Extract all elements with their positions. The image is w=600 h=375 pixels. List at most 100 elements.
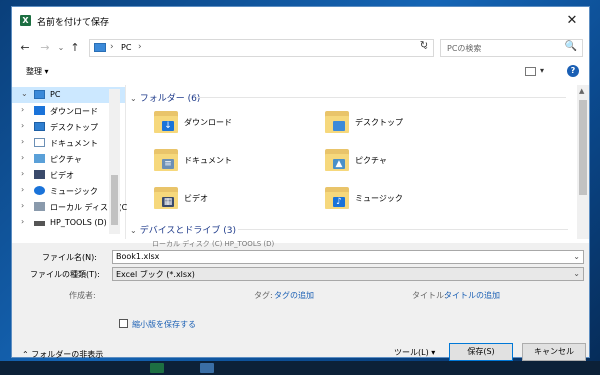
navigation-pane-scrollbar[interactable]	[109, 89, 120, 234]
scroll-up-icon[interactable]: ▲	[579, 87, 584, 95]
scrollbar-thumb[interactable]	[111, 175, 118, 225]
tags-field[interactable]: タグの追加	[274, 290, 314, 301]
command-bar: 整理 ▾ ▾ ?	[12, 60, 589, 84]
filename-field[interactable]: Book1.xlsx ⌄	[112, 250, 584, 264]
chevron-down-icon[interactable]: ⌄	[21, 89, 28, 98]
forward-arrow-icon[interactable]: →	[38, 41, 52, 55]
chevron-down-icon: ⌄	[130, 226, 137, 235]
folder-name: ビデオ	[184, 194, 208, 203]
folder-name: デスクトップ	[355, 118, 403, 127]
sidebar-item-label: デスクトップ	[50, 123, 98, 132]
up-arrow-icon[interactable]: ↑	[68, 41, 82, 55]
pc-icon	[34, 90, 45, 99]
drive-icon	[34, 221, 45, 226]
chevron-up-icon: ⌃	[22, 350, 29, 359]
sidebar-item-label: PC	[50, 90, 61, 99]
save-thumbnail-checkbox[interactable]	[119, 319, 128, 328]
taskbar	[0, 361, 600, 375]
search-icon[interactable]: 🔍	[565, 41, 577, 52]
desktop-icon	[34, 122, 45, 131]
sidebar-item-label: ダウンロード	[50, 107, 98, 116]
folder-tile[interactable]: デスクトップ	[325, 107, 495, 143]
back-arrow-icon[interactable]: ←	[18, 41, 32, 55]
folder-tile[interactable]: ≡ ドキュメント	[154, 145, 324, 181]
refresh-icon[interactable]: ↻	[417, 39, 431, 53]
folder-tile[interactable]: ▲ ピクチャ	[325, 145, 495, 181]
folder-tile[interactable]: ♪ ミュージック	[325, 183, 495, 219]
desktop-folder-icon	[325, 111, 349, 133]
sidebar-item-label: ビデオ	[50, 171, 74, 180]
change-view-icon[interactable]	[525, 67, 536, 76]
title-label: タイトル:	[412, 291, 447, 300]
file-list-scrollbar[interactable]: ▲	[577, 85, 589, 239]
taskbar-excel-icon[interactable]	[150, 363, 164, 373]
breadcrumb-separator[interactable]: ›	[138, 42, 142, 52]
folder-name: ダウンロード	[184, 118, 232, 127]
folder-tile[interactable]: ▦ ビデオ	[154, 183, 324, 219]
tags-label: タグ:	[254, 291, 273, 300]
excel-icon: X	[20, 15, 31, 26]
chevron-down-icon[interactable]: ⌄	[573, 252, 580, 261]
documents-icon	[34, 138, 45, 147]
chevron-right-icon[interactable]: ›	[21, 201, 24, 210]
pictures-folder-icon: ▲	[325, 149, 349, 171]
chevron-right-icon[interactable]: ›	[21, 105, 24, 114]
divider	[196, 97, 566, 98]
chevron-right-icon[interactable]: ›	[21, 121, 24, 130]
save-button[interactable]: 保存(S)	[449, 343, 513, 361]
taskbar-app-icon[interactable]	[200, 363, 214, 373]
folder-tile[interactable]: ↓ ダウンロード	[154, 107, 324, 143]
chevron-down-icon: ⌄	[130, 94, 137, 103]
filename-value: Book1.xlsx	[116, 252, 160, 261]
local-disk-icon	[34, 202, 45, 211]
sidebar-item-label: ミュージック	[50, 187, 98, 196]
author-label: 作成者:	[69, 291, 96, 300]
save-thumbnail-label[interactable]: 縮小版を保存する	[132, 319, 196, 330]
pictures-icon	[34, 154, 45, 163]
view-options-dropdown[interactable]: ▾	[540, 66, 544, 75]
help-icon[interactable]: ?	[567, 65, 579, 77]
save-options-panel: ローカル ディスク (C) HP_TOOLS (D) ファイル名(N): Boo…	[12, 240, 589, 361]
sidebar-item-label: ピクチャ	[50, 155, 82, 164]
hide-folders-toggle[interactable]: ⌃ フォルダーの非表示	[22, 349, 103, 360]
file-list: ⌄ フォルダー (6) ⌄ デバイスとドライブ (3) ↓ ダウンロード デスクトップ ≡…	[126, 85, 576, 239]
organize-menu[interactable]: 整理 ▾	[26, 66, 49, 77]
video-icon	[34, 170, 45, 179]
folder-name: ドキュメント	[184, 156, 232, 165]
group-label: フォルダー (6)	[139, 94, 201, 104]
music-folder-icon: ♪	[325, 187, 349, 209]
video-folder-icon: ▦	[154, 187, 178, 209]
chevron-right-icon[interactable]: ›	[21, 153, 24, 162]
tools-menu[interactable]: ツール(L) ▾	[394, 347, 435, 358]
chevron-right-icon[interactable]: ›	[21, 217, 24, 226]
close-button[interactable]: ✕	[561, 10, 583, 32]
navigation-row: ← → ⌄ ↑ › PC › ⌄ ↻ PCの検索 🔍	[12, 36, 589, 60]
filetype-select[interactable]: Excel ブック (*.xlsx) ⌄	[112, 267, 584, 281]
group-header-drives[interactable]: ⌄ デバイスとドライブ (3)	[130, 223, 236, 236]
divider	[238, 229, 568, 230]
window-title: 名前を付けて保存	[37, 18, 110, 28]
sidebar-item-label: ドキュメント	[50, 139, 98, 148]
filetype-label: ファイルの種類(T):	[30, 270, 100, 279]
hide-folders-label: フォルダーの非表示	[31, 350, 104, 359]
folder-name: ミュージック	[355, 194, 403, 203]
documents-folder-icon: ≡	[154, 149, 178, 171]
search-input[interactable]: PCの検索 🔍	[440, 39, 583, 57]
title-field[interactable]: タイトルの追加	[444, 290, 500, 301]
sidebar-item-label: HP_TOOLS (D)	[50, 218, 107, 227]
chevron-down-icon[interactable]: ⌄	[573, 269, 580, 278]
group-label: デバイスとドライブ (3)	[139, 226, 237, 236]
group-header-folders[interactable]: ⌄ フォルダー (6)	[130, 91, 200, 104]
address-bar[interactable]: › PC › ⌄	[89, 39, 434, 57]
recent-locations-icon[interactable]: ⌄	[54, 41, 68, 55]
cancel-button[interactable]: キャンセル	[522, 343, 586, 361]
scrollbar-thumb[interactable]	[579, 100, 587, 195]
chevron-right-icon[interactable]: ›	[21, 185, 24, 194]
save-as-dialog: X 名前を付けて保存 ✕ ← → ⌄ ↑ › PC › ⌄ ↻ PCの検索 🔍 …	[11, 6, 590, 361]
chevron-right-icon[interactable]: ›	[21, 169, 24, 178]
title-bar: X 名前を付けて保存 ✕	[12, 7, 589, 36]
chevron-right-icon[interactable]: ›	[21, 137, 24, 146]
music-icon	[34, 186, 45, 195]
clipped-drive-labels: ローカル ディスク (C) HP_TOOLS (D)	[152, 240, 275, 248]
breadcrumb-pc[interactable]: PC	[121, 43, 131, 52]
